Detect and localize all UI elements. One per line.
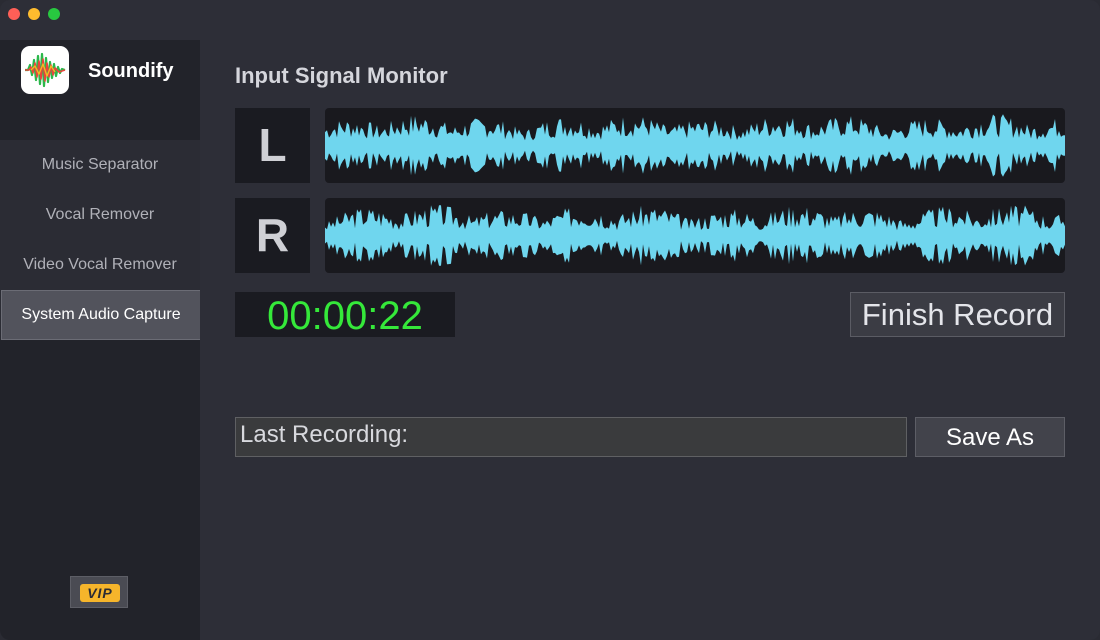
minimize-window-button[interactable] (28, 8, 40, 20)
title-bar (0, 0, 1100, 40)
zoom-window-button[interactable] (48, 8, 60, 20)
app-window: Soundify Music Separator Vocal Remover V… (0, 0, 1100, 640)
right-channel-label: R (235, 198, 310, 273)
sidebar-item-video-vocal-remover[interactable]: Video Vocal Remover (0, 240, 200, 290)
waveform-app-icon (21, 46, 69, 94)
left-channel-label: L (235, 108, 310, 183)
left-waveform-graphic (325, 114, 1065, 177)
page-title: Input Signal Monitor (235, 63, 448, 88)
app-name: Soundify (88, 60, 174, 82)
last-recording-field[interactable]: Last Recording: (235, 417, 907, 457)
right-waveform-graphic (325, 205, 1065, 266)
save-as-button[interactable]: Save As (915, 417, 1065, 457)
main-panel: Input Signal Monitor L R 00:00:22 Finish… (200, 40, 1100, 640)
sidebar-item-vocal-remover[interactable]: Vocal Remover (0, 190, 200, 240)
sidebar-item-system-audio-capture[interactable]: System Audio Capture (1, 290, 201, 340)
recording-timer: 00:00:22 (235, 292, 455, 338)
left-channel-waveform (325, 108, 1065, 183)
sidebar-item-music-separator[interactable]: Music Separator (0, 140, 200, 190)
vip-button[interactable]: VIP (70, 576, 128, 608)
right-channel-waveform (325, 198, 1065, 273)
finish-record-button[interactable]: Finish Record (850, 292, 1065, 337)
vip-badge: VIP (80, 584, 120, 602)
close-window-button[interactable] (8, 8, 20, 20)
sidebar-menu: Music Separator Vocal Remover Video Voca… (0, 140, 201, 340)
sidebar: Soundify Music Separator Vocal Remover V… (0, 40, 201, 640)
waveform-shape (325, 114, 1065, 177)
waveform-shape (325, 205, 1065, 266)
